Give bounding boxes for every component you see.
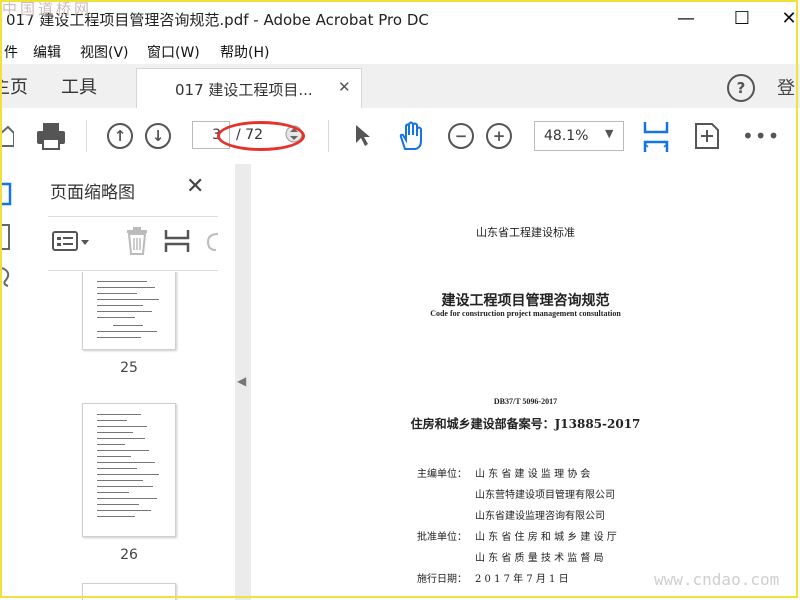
outer-frame [0, 0, 798, 598]
